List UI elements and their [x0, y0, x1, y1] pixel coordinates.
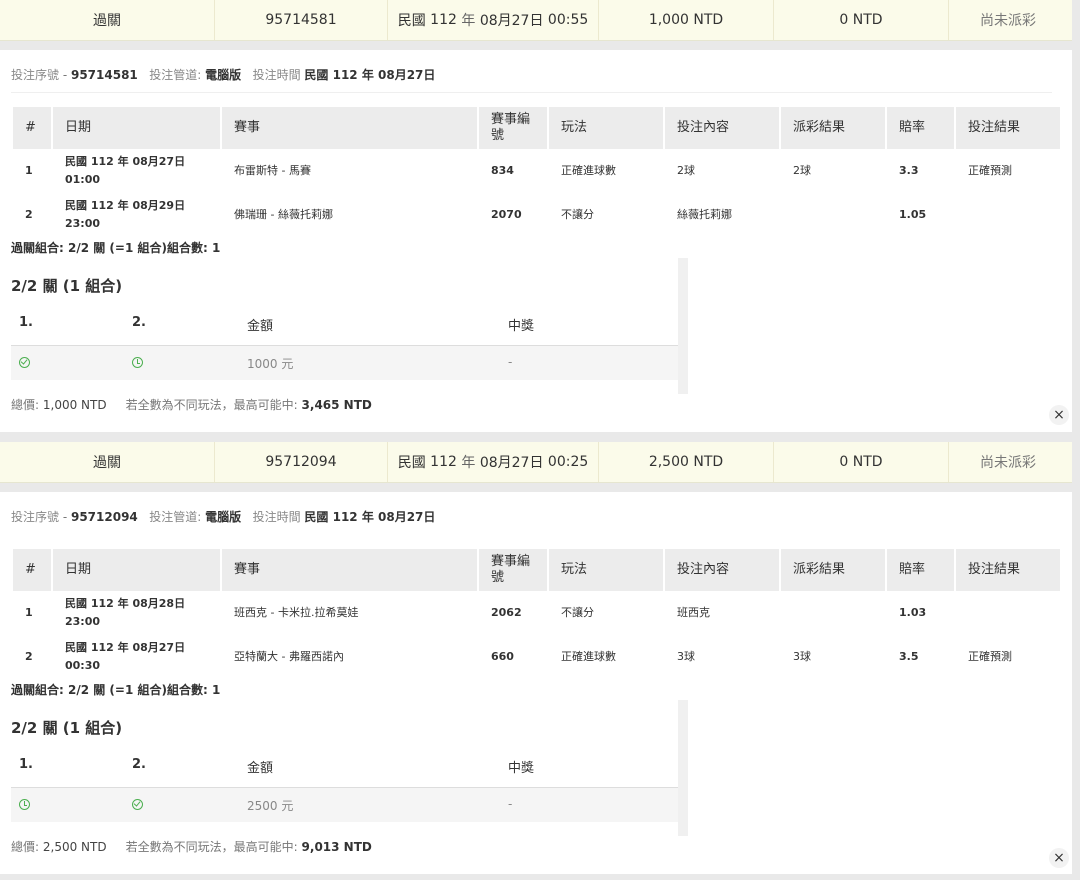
combo-summary: 過關組合: 2/2 關 (=1 組合)組合數: 1	[11, 241, 221, 255]
order-total: 總價: 2,500 NTD 若全數為不同玩法，最高可能中: 9,013 NTD	[11, 840, 372, 854]
divider	[11, 92, 1052, 93]
combo-summary: 過關組合: 2/2 關 (=1 組合)組合數: 1	[11, 683, 221, 697]
bet-legs-table: # 日期 賽事 賽事編號 玩法 投注內容 派彩結果 賠率 投注結果 1 民國 1…	[11, 107, 1062, 237]
order-stake: 2,500 NTD	[599, 442, 774, 482]
order-summary-row[interactable]: 過關 95712094 民國 112 年 08月27日 00:25 2,500 …	[0, 442, 1072, 483]
table-header: # 日期 賽事 賽事編號 玩法 投注內容 派彩結果 賠率 投注結果	[13, 549, 1060, 591]
order-status: 尚未派彩	[980, 455, 1036, 471]
order-total: 總價: 1,000 NTD 若全數為不同玩法，最高可能中: 3,465 NTD	[11, 398, 372, 412]
bet-legs-table: # 日期 賽事 賽事編號 玩法 投注內容 派彩結果 賠率 投注結果 1 民國 1…	[11, 549, 1062, 679]
order-datetime: 民國 112 年 08月27日 00:55	[388, 0, 599, 40]
order-meta: 投注序號 - 95714581 投注管道: 電腦版 投注時間 民國 112 年 …	[11, 68, 436, 82]
combo-header: 1. 2. 金額 中獎	[11, 309, 678, 346]
col-bet: 投注內容	[665, 107, 779, 149]
col-result: 派彩結果	[781, 107, 885, 149]
order-payout: 0 NTD	[774, 442, 949, 482]
clock-icon	[19, 799, 30, 810]
col-odds: 賠率	[887, 549, 954, 591]
order-serial: 95714581	[215, 0, 388, 40]
col-bet: 投注內容	[665, 549, 779, 591]
order-stake: 1,000 NTD	[599, 0, 774, 40]
combo-table: 1. 2. 金額 中獎 1000 元 -	[11, 309, 678, 380]
table-row: 1 民國 112 年 08月27日 01:00 布雷斯特 - 馬賽 834 正確進…	[25, 155, 1012, 186]
col-date: 日期	[53, 549, 220, 591]
col-match-code: 賽事編號	[479, 549, 547, 591]
table-row: 1 民國 112 年 08月28日 23:00 班西克 - 卡米拉.拉希莫娃 20…	[25, 597, 927, 628]
scroll-track[interactable]	[678, 700, 688, 836]
col-outcome: 投注結果	[956, 549, 1060, 591]
col-play: 玩法	[549, 549, 663, 591]
col-index: #	[13, 549, 51, 591]
table-header: # 日期 賽事 賽事編號 玩法 投注內容 派彩結果 賠率 投注結果	[13, 107, 1060, 149]
col-result: 派彩結果	[781, 549, 885, 591]
order-datetime: 民國 112 年 08月27日 00:25	[388, 442, 599, 482]
close-icon[interactable]: ×	[1049, 848, 1069, 868]
close-icon[interactable]: ×	[1049, 405, 1069, 425]
check-circle-icon	[19, 357, 30, 368]
col-match: 賽事	[222, 107, 477, 149]
col-match: 賽事	[222, 549, 477, 591]
combo-row: 2500 元 -	[11, 788, 678, 822]
bet-type: 過關	[0, 442, 215, 482]
combo-title: 2/2 關 (1 組合)	[11, 719, 123, 737]
col-play: 玩法	[549, 107, 663, 149]
col-date: 日期	[53, 107, 220, 149]
combo-title: 2/2 關 (1 組合)	[11, 277, 123, 295]
col-index: #	[13, 107, 51, 149]
order-meta: 投注序號 - 95712094 投注管道: 電腦版 投注時間 民國 112 年 …	[11, 510, 436, 524]
col-match-code: 賽事編號	[479, 107, 547, 149]
check-circle-icon	[132, 799, 143, 810]
order-status: 尚未派彩	[980, 13, 1036, 29]
order-summary-row[interactable]: 過關 95714581 民國 112 年 08月27日 00:55 1,000 …	[0, 0, 1072, 41]
combo-header: 1. 2. 金額 中獎	[11, 751, 678, 788]
order-payout: 0 NTD	[774, 0, 949, 40]
col-outcome: 投注結果	[956, 107, 1060, 149]
table-row: 2 民國 112 年 08月27日 00:30 亞特蘭大 - 弗羅西諾內 660 …	[25, 641, 1012, 672]
scroll-track[interactable]	[678, 258, 688, 394]
table-row: 2 民國 112 年 08月29日 23:00 佛瑞珊 - 絲薇托莉娜 2070 …	[25, 199, 927, 230]
col-odds: 賠率	[887, 107, 954, 149]
bet-type: 過關	[0, 0, 215, 40]
order-serial: 95712094	[215, 442, 388, 482]
order-detail-panel: 投注序號 - 95714581 投注管道: 電腦版 投注時間 民國 112 年 …	[0, 50, 1072, 432]
combo-row: 1000 元 -	[11, 346, 678, 380]
order-detail-panel: 投注序號 - 95712094 投注管道: 電腦版 投注時間 民國 112 年 …	[0, 492, 1072, 874]
clock-icon	[132, 357, 143, 368]
combo-table: 1. 2. 金額 中獎 2500 元 -	[11, 751, 678, 822]
